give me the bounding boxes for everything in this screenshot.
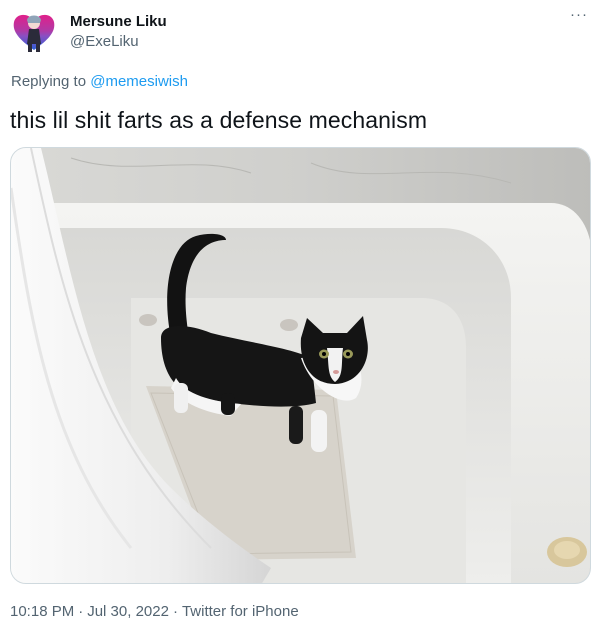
tweet-date[interactable]: Jul 30, 2022 (87, 603, 169, 620)
tweet-time[interactable]: 10:18 PM (10, 603, 74, 620)
reply-prefix: Replying to (11, 73, 87, 90)
tweet-metadata: 10:18 PM · Jul 30, 2022 · Twitter for iPhone (10, 603, 299, 620)
meta-separator: · (172, 603, 178, 620)
author-name[interactable]: Mersune Liku (70, 13, 167, 30)
more-options-icon[interactable]: ··· (570, 6, 588, 23)
tweet-media-image[interactable] (10, 147, 591, 584)
avatar[interactable] (10, 8, 58, 56)
cat-in-bathtub-photo (11, 148, 590, 583)
reply-mention-link[interactable]: @memesiwish (90, 73, 188, 90)
tweet-text: this lil shit farts as a defense mechani… (10, 107, 428, 133)
meta-separator: · (78, 603, 84, 620)
tweet-source[interactable]: Twitter for iPhone (182, 603, 299, 620)
reply-context: Replying to @memesiwish (11, 73, 188, 90)
author-handle[interactable]: @ExeLiku (70, 33, 139, 50)
avatar-image (10, 8, 58, 56)
